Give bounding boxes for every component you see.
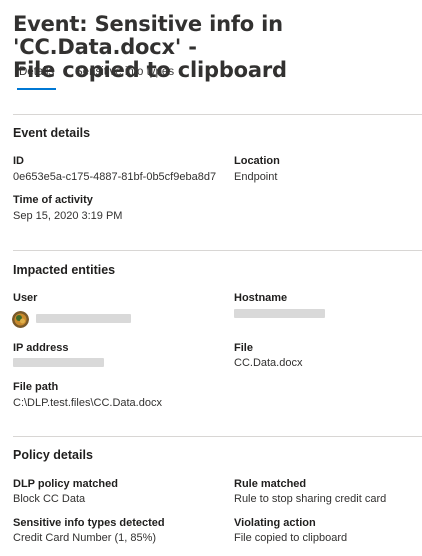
time-of-activity-value: Sep 15, 2020 3:19 PM xyxy=(13,210,123,222)
violating-action-label: Violating action xyxy=(234,517,316,529)
divider xyxy=(13,114,422,115)
sensitive-info-types-label: Sensitive info types detected xyxy=(13,517,165,529)
file-path-label: File path xyxy=(13,381,59,393)
event-details-heading: Event details xyxy=(13,126,91,140)
rule-matched-label: Rule matched xyxy=(234,478,307,490)
rule-matched-value: Rule to stop sharing credit card xyxy=(234,493,387,505)
tab-details[interactable]: Details xyxy=(19,66,54,78)
dlp-policy-label: DLP policy matched xyxy=(13,478,118,490)
ip-address-redacted xyxy=(13,358,104,367)
policy-details-heading: Policy details xyxy=(13,448,93,462)
divider xyxy=(13,436,422,437)
impacted-entities-heading: Impacted entities xyxy=(13,263,116,277)
divider xyxy=(13,250,422,251)
file-value: CC.Data.docx xyxy=(234,357,303,369)
location-label: Location xyxy=(234,155,280,167)
user-name-redacted xyxy=(36,314,131,323)
page-title: Event: Sensitive info in 'CC.Data.docx' … xyxy=(13,13,418,82)
violating-action-value: File copied to clipboard xyxy=(234,532,348,544)
hostname-redacted xyxy=(234,309,325,318)
dlp-policy-value: Block CC Data xyxy=(13,493,86,505)
page-title-line-2: File copied to clipboard xyxy=(13,58,287,82)
tab-sensitive-info-types[interactable]: Sensitive info types xyxy=(75,66,174,78)
location-value: Endpoint xyxy=(234,171,278,183)
active-tab-indicator xyxy=(17,88,56,90)
file-label: File xyxy=(234,342,253,354)
hostname-label: Hostname xyxy=(234,292,288,304)
user-label: User xyxy=(13,292,38,304)
sensitive-info-types-value: Credit Card Number (1, 85%) xyxy=(13,532,157,544)
time-of-activity-label: Time of activity xyxy=(13,194,93,206)
file-path-value: C:\DLP.test.files\CC.Data.docx xyxy=(13,397,162,409)
id-value: 0e653e5a-c175-4887-81bf-0b5cf9eba8d7 xyxy=(13,171,217,183)
id-label: ID xyxy=(13,155,24,167)
user-avatar xyxy=(12,311,29,328)
ip-address-label: IP address xyxy=(13,342,69,354)
page-title-line-1: Event: Sensitive info in 'CC.Data.docx' … xyxy=(13,12,283,59)
